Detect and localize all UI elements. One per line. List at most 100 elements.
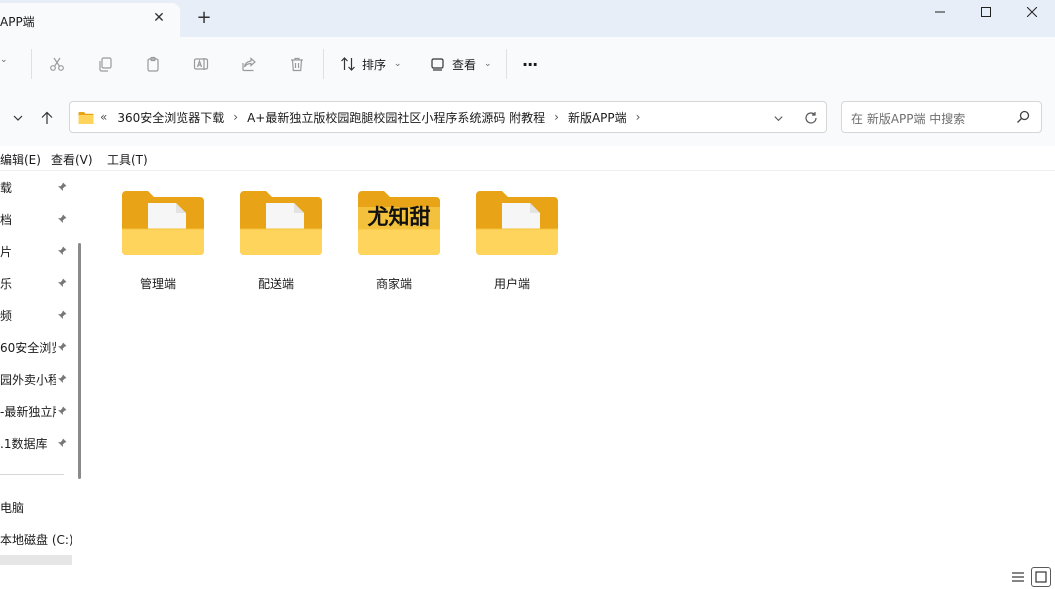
search-input[interactable]: 在 新版APP端 中搜索 xyxy=(841,101,1042,133)
folder-name: 配送端 xyxy=(257,277,294,291)
pin-icon xyxy=(58,310,67,319)
menu-edit[interactable]: 编辑(E) xyxy=(0,151,41,168)
navigation-pane: 载 档 片 乐 频 60安全浏览 园外卖小程 -最新独立版 .1数据库 电脑 本… xyxy=(0,171,88,565)
chevron-down-icon: ⌄ xyxy=(394,59,402,69)
close-window-button[interactable] xyxy=(1009,0,1055,24)
new-dropdown-caret-icon[interactable]: ⌄ xyxy=(0,55,8,65)
toolbar-divider xyxy=(506,49,507,79)
breadcrumb: « 360安全浏览器下载 › A+最新独立版校园跑腿校园社区小程序系统源码 附教… xyxy=(78,102,649,132)
more-options-button[interactable]: ··· xyxy=(522,51,538,77)
sort-button[interactable]: 排序 ⌄ xyxy=(340,51,402,77)
recent-locations-chevron-icon[interactable] xyxy=(8,108,28,128)
sort-icon xyxy=(341,57,355,71)
menu-bar: 编辑(E) 查看(V) 工具(T) xyxy=(0,146,1055,171)
tab-app-folder[interactable]: APP端 ✕ xyxy=(0,3,180,37)
minimize-icon xyxy=(935,11,945,13)
nav-item-quick-access[interactable]: 60安全浏览 xyxy=(0,333,72,359)
folder-item[interactable]: 管理端 xyxy=(108,185,208,295)
maximize-button[interactable] xyxy=(963,0,1009,24)
nav-item-quick-access[interactable]: 档 xyxy=(0,205,72,231)
nav-item-quick-access[interactable]: -最新独立版 xyxy=(0,397,72,423)
folder-icon xyxy=(78,111,94,124)
folder-name: 管理端 xyxy=(139,277,176,291)
folder-name: 用户端 xyxy=(493,277,530,291)
breadcrumb-item[interactable]: 360安全浏览器下载 xyxy=(117,109,224,126)
rename-icon[interactable] xyxy=(190,53,212,75)
nav-item-quick-access[interactable]: .1数据库 xyxy=(0,429,72,455)
title-bar: APP端 ✕ + xyxy=(0,0,1055,37)
cut-icon[interactable] xyxy=(46,53,68,75)
nav-item-label: 电脑 xyxy=(0,501,25,515)
chevron-down-icon: ⌄ xyxy=(484,59,492,69)
maximize-icon xyxy=(981,7,991,17)
paste-icon[interactable] xyxy=(142,53,164,75)
up-arrow-icon[interactable] xyxy=(37,108,57,128)
toolbar-divider xyxy=(31,49,32,79)
status-bar xyxy=(0,565,1055,589)
view-label: 查看 xyxy=(452,57,477,72)
tab-close-icon[interactable]: ✕ xyxy=(150,9,168,27)
nav-item-label: 本地磁盘 (C:) xyxy=(0,533,72,547)
nav-item-label: 档 xyxy=(0,213,13,227)
refresh-icon[interactable] xyxy=(802,109,820,127)
pin-icon xyxy=(58,246,67,255)
folder-icon xyxy=(476,191,558,255)
nav-item-quick-access[interactable]: 片 xyxy=(0,237,72,263)
address-bar[interactable]: « 360安全浏览器下载 › A+最新独立版校园跑腿校园社区小程序系统源码 附教… xyxy=(69,101,827,133)
view-button[interactable]: 查看 ⌄ xyxy=(430,51,492,77)
nav-item-quick-access[interactable]: 频 xyxy=(0,301,72,327)
nav-item-label: -最新独立版 xyxy=(0,405,56,419)
new-tab-button[interactable]: + xyxy=(195,9,213,27)
minimize-button[interactable] xyxy=(917,0,963,24)
nav-item-label: 频 xyxy=(0,309,13,323)
pin-icon xyxy=(58,438,67,447)
menu-tools[interactable]: 工具(T) xyxy=(107,151,148,168)
folder-item[interactable]: 用户端 xyxy=(462,185,562,295)
address-history-chevron-icon[interactable] xyxy=(769,109,787,127)
large-icons-view-icon[interactable] xyxy=(1031,567,1051,587)
search-placeholder: 在 新版APP端 中搜索 xyxy=(851,112,966,126)
breadcrumb-separator-icon: › xyxy=(233,110,239,124)
view-icon xyxy=(431,58,444,71)
pin-icon xyxy=(58,374,67,383)
folder-item[interactable]: 尤知甜 商家端 xyxy=(344,185,444,295)
nav-item-this-pc[interactable]: 电脑 xyxy=(0,493,72,519)
nav-item-local-disk[interactable]: 本地磁盘 (C:) xyxy=(0,525,72,551)
sort-label: 排序 xyxy=(362,57,387,72)
nav-item-label: 片 xyxy=(0,245,13,259)
close-icon xyxy=(1027,7,1037,17)
pin-icon xyxy=(58,406,67,415)
delete-icon[interactable] xyxy=(286,53,308,75)
pin-icon xyxy=(58,278,67,287)
menu-view[interactable]: 查看(V) xyxy=(51,151,93,168)
pin-icon xyxy=(58,182,67,191)
details-view-icon[interactable] xyxy=(1008,567,1028,587)
nav-item-label: 园外卖小程 xyxy=(0,373,56,387)
nav-item-label: 乐 xyxy=(0,277,13,291)
nav-item-quick-access[interactable]: 载 xyxy=(0,173,72,199)
folder-name: 商家端 xyxy=(375,277,412,291)
nav-item-quick-access[interactable]: 园外卖小程 xyxy=(0,365,72,391)
nav-scrollbar[interactable] xyxy=(78,243,81,479)
command-bar: ⌄ 排序 ⌄ 查看 ⌄ ··· xyxy=(0,37,1055,91)
pin-icon xyxy=(58,342,67,351)
share-icon[interactable] xyxy=(238,53,260,75)
folder-thumbnail-text: 尤知甜 xyxy=(367,205,431,229)
folder-item[interactable]: 配送端 xyxy=(226,185,326,295)
nav-item-label: .1数据库 xyxy=(0,437,48,451)
search-icon[interactable] xyxy=(1016,110,1032,126)
nav-item-quick-access[interactable]: 乐 xyxy=(0,269,72,295)
pin-icon xyxy=(58,214,67,223)
nav-divider xyxy=(0,474,64,475)
breadcrumb-item[interactable]: A+最新独立版校园跑腿校园社区小程序系统源码 附教程 xyxy=(247,109,545,126)
folder-icon xyxy=(240,191,322,255)
copy-icon[interactable] xyxy=(94,53,116,75)
nav-item-label: 60安全浏览 xyxy=(0,341,56,355)
toolbar-divider xyxy=(323,49,324,79)
breadcrumb-separator-icon: › xyxy=(635,110,641,124)
file-list: 管理端 配送端 尤知甜 商家端 用户端 xyxy=(88,171,1055,565)
breadcrumb-item[interactable]: 新版APP端 xyxy=(568,109,627,126)
breadcrumb-separator-icon: › xyxy=(554,110,559,124)
nav-item-selected[interactable] xyxy=(0,555,72,565)
breadcrumb-overflow-button[interactable]: « xyxy=(100,110,107,124)
